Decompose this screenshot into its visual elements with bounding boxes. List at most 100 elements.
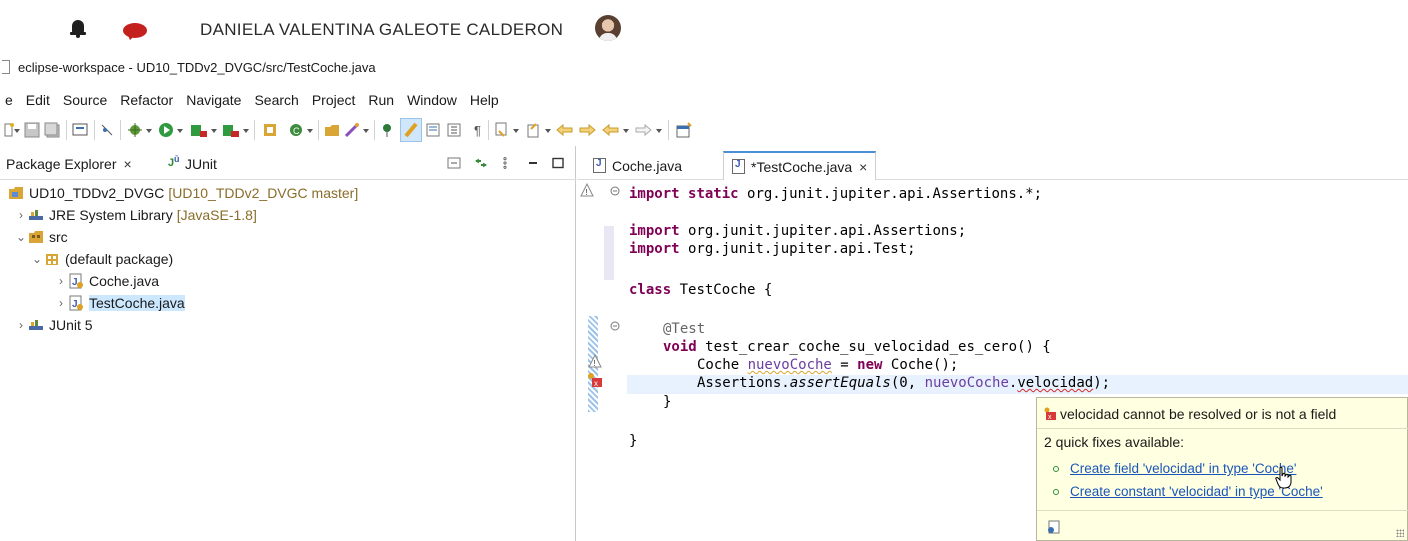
new-package-icon[interactable] bbox=[262, 122, 278, 138]
forward-dropdown-icon[interactable] bbox=[656, 129, 662, 133]
view-menu-icon[interactable] bbox=[502, 157, 508, 169]
search-dropdown-icon[interactable] bbox=[363, 129, 369, 133]
svg-text:x: x bbox=[1048, 414, 1052, 421]
warning-icon[interactable]: ! bbox=[588, 354, 602, 368]
maximize-icon[interactable] bbox=[551, 157, 565, 169]
warning-icon[interactable]: ! bbox=[580, 183, 594, 197]
save-icon[interactable] bbox=[24, 122, 40, 138]
next-annotation-icon[interactable] bbox=[494, 122, 510, 138]
menu-bar: e Edit Source Refactor Navigate Search P… bbox=[0, 88, 1408, 112]
eclipse-icon bbox=[2, 60, 10, 74]
forward-edit-icon[interactable] bbox=[578, 122, 596, 138]
tree-item-default-package[interactable]: ⌄ (default package) bbox=[30, 248, 173, 270]
menu-refactor[interactable]: Refactor bbox=[120, 92, 173, 108]
word-wrap-icon[interactable] bbox=[426, 122, 442, 138]
menu-search[interactable]: Search bbox=[254, 92, 298, 108]
forward-icon[interactable] bbox=[634, 122, 652, 138]
code-line-11: Assertions.assertEquals(0, nuevoCoche.ve… bbox=[697, 375, 1111, 391]
menu-edit[interactable]: Edit bbox=[26, 92, 50, 108]
last-edit-location-icon[interactable] bbox=[556, 122, 574, 138]
quick-fix-create-field[interactable]: Create field 'velocidad' in type 'Coche' bbox=[1053, 461, 1296, 476]
menu-navigate[interactable]: Navigate bbox=[186, 92, 241, 108]
error-token: velocidad bbox=[1017, 375, 1094, 391]
close-icon[interactable]: × bbox=[124, 156, 132, 172]
back-dropdown-icon[interactable] bbox=[623, 129, 629, 133]
menu-run[interactable]: Run bbox=[368, 92, 394, 108]
vertical-ruler: ! ! x bbox=[577, 180, 607, 541]
tree-item-src[interactable]: ⌄ src bbox=[14, 226, 68, 248]
next-annotation-dropdown-icon[interactable] bbox=[513, 129, 519, 133]
save-all-icon[interactable] bbox=[44, 122, 60, 138]
close-icon[interactable]: × bbox=[859, 159, 867, 175]
chevron-right-icon[interactable]: › bbox=[14, 318, 28, 332]
new-class-dropdown-icon[interactable] bbox=[307, 129, 313, 133]
back-icon[interactable] bbox=[602, 122, 620, 138]
chevron-down-icon[interactable]: ⌄ bbox=[30, 252, 44, 266]
chevron-right-icon[interactable]: › bbox=[54, 296, 68, 310]
source-folder-icon bbox=[29, 231, 43, 243]
show-whitespace-icon[interactable]: ¶ bbox=[474, 122, 484, 138]
previous-annotation-icon[interactable] bbox=[526, 122, 542, 138]
link-with-editor-icon[interactable] bbox=[474, 157, 488, 169]
code-line-3: import org.junit.jupiter.api.Assertions; bbox=[629, 223, 967, 239]
menu-source[interactable]: Source bbox=[63, 92, 107, 108]
chevron-down-icon[interactable]: ⌄ bbox=[14, 230, 28, 244]
menu-window[interactable]: Window bbox=[407, 92, 457, 108]
menu-help[interactable]: Help bbox=[470, 92, 499, 108]
package-explorer-panel: Package Explorer × Jū JUnit UD10_TDDv2_DVG… bbox=[0, 146, 576, 541]
run-icon[interactable] bbox=[158, 122, 174, 138]
minimize-icon[interactable] bbox=[526, 157, 540, 169]
tab-junit[interactable]: Jū JUnit bbox=[168, 154, 217, 172]
junit-icon: Jū bbox=[168, 154, 180, 169]
code-line-6: class TestCoche { bbox=[629, 282, 773, 298]
menu-project[interactable]: Project bbox=[312, 92, 356, 108]
java-file-icon: J bbox=[69, 295, 83, 311]
tree-item-coche-java[interactable]: › J Coche.java bbox=[54, 270, 159, 292]
bell-icon[interactable] bbox=[70, 20, 86, 38]
avatar[interactable] bbox=[595, 15, 621, 41]
resize-grip[interactable] bbox=[1396, 529, 1404, 537]
fold-collapse-icon[interactable] bbox=[610, 321, 620, 331]
search-icon[interactable] bbox=[344, 122, 360, 138]
error-quickfix-icon[interactable]: x bbox=[587, 372, 603, 388]
open-type-icon[interactable] bbox=[324, 122, 340, 138]
new-icon[interactable] bbox=[4, 122, 14, 138]
menu-file[interactable]: e bbox=[5, 92, 13, 108]
java-file-icon: J bbox=[69, 273, 83, 289]
new-dropdown-icon[interactable] bbox=[14, 129, 20, 133]
run-dropdown-icon[interactable] bbox=[177, 129, 183, 133]
tab-coche-java[interactable]: Coche.java bbox=[585, 151, 690, 180]
tab-label: JUnit bbox=[185, 156, 217, 172]
coverage-icon[interactable] bbox=[190, 122, 208, 138]
external-tools-dropdown-icon[interactable] bbox=[243, 129, 249, 133]
block-select-icon[interactable] bbox=[446, 122, 462, 138]
debug-dropdown-icon[interactable] bbox=[146, 129, 152, 133]
skip-breakpoints-icon[interactable] bbox=[100, 122, 114, 138]
debug-icon[interactable] bbox=[127, 122, 143, 138]
tree-item-jre[interactable]: › JRE System Library [JavaSE-1.8] bbox=[14, 204, 257, 226]
chevron-right-icon[interactable]: › bbox=[54, 274, 68, 288]
svg-text:¶: ¶ bbox=[474, 123, 481, 138]
new-class-icon[interactable]: C bbox=[288, 122, 304, 138]
java-file-icon bbox=[593, 158, 606, 173]
tab-testcoche-java[interactable]: *TestCoche.java× bbox=[723, 151, 877, 180]
collapse-all-icon[interactable] bbox=[447, 157, 461, 169]
library-icon bbox=[29, 320, 43, 330]
tree-item-junit5[interactable]: › JUnit 5 bbox=[14, 314, 93, 336]
terminal-icon[interactable] bbox=[72, 122, 88, 138]
tab-package-explorer[interactable]: Package Explorer × bbox=[6, 156, 132, 172]
code-line-4: import org.junit.jupiter.api.Test; bbox=[629, 241, 916, 257]
java-file-icon bbox=[732, 159, 745, 174]
tree-item-project[interactable]: UD10_TDDv2_DVGC [UD10_TDDv2_DVGC master] bbox=[8, 182, 358, 204]
external-tools-icon[interactable] bbox=[222, 122, 240, 138]
show-in-editor-icon[interactable] bbox=[1046, 519, 1062, 535]
coverage-dropdown-icon[interactable] bbox=[211, 129, 217, 133]
tree-item-testcoche-java[interactable]: › J TestCoche.java bbox=[54, 292, 185, 314]
pin-icon[interactable] bbox=[380, 122, 396, 138]
chat-icon[interactable] bbox=[123, 23, 147, 42]
previous-annotation-dropdown-icon[interactable] bbox=[545, 129, 551, 133]
chevron-right-icon[interactable]: › bbox=[14, 208, 28, 222]
open-perspective-icon[interactable] bbox=[676, 122, 692, 138]
fold-collapse-icon[interactable] bbox=[610, 186, 620, 196]
code-line-12: } bbox=[663, 394, 672, 410]
